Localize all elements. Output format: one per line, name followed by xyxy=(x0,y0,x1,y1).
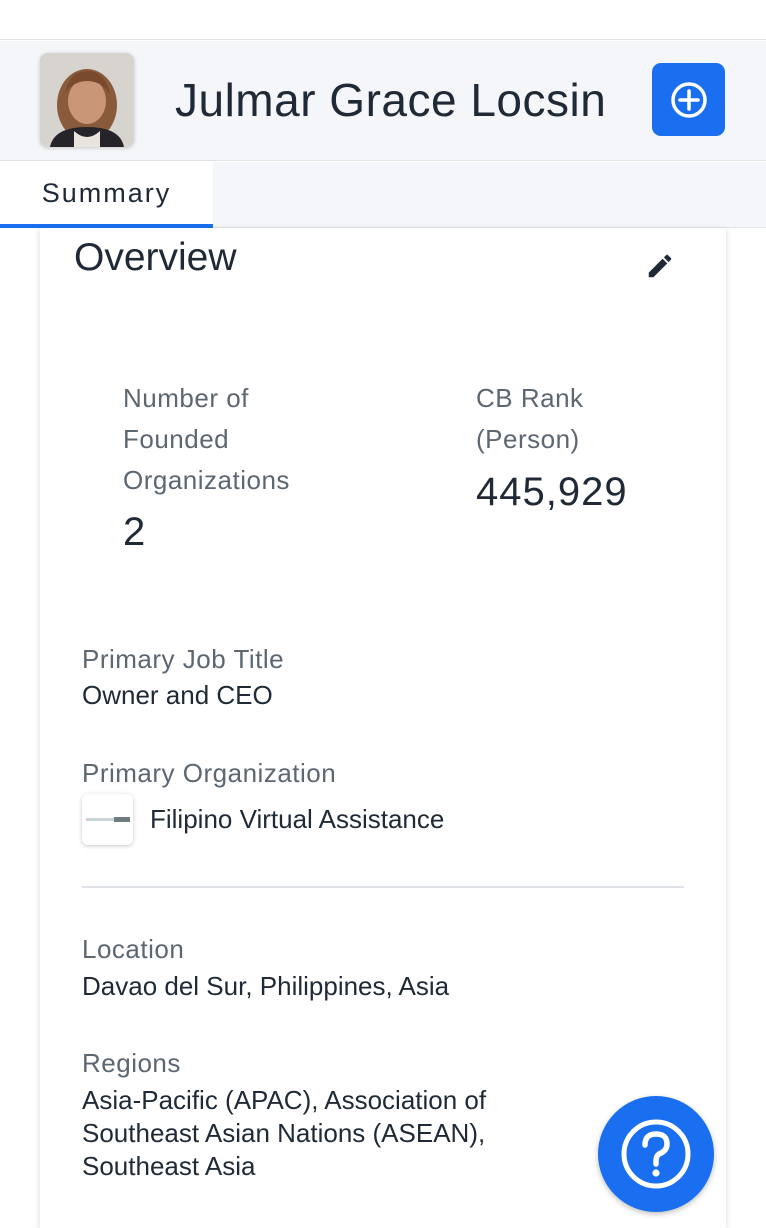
overview-card: Overview Number of Founded Organizations… xyxy=(40,228,726,1228)
regions-line: Asia-Pacific (APAC), Association of xyxy=(82,1085,487,1115)
stat-label-line: Number of xyxy=(123,383,249,413)
location-label: Location xyxy=(82,934,185,964)
primary-job-title-label: Primary Job Title xyxy=(82,644,285,674)
question-circle-icon xyxy=(621,1119,691,1189)
primary-job-title-value: Owner and CEO xyxy=(82,680,273,710)
plus-circle-icon xyxy=(670,81,707,118)
stat-value-founded-organizations: 2 xyxy=(123,510,147,554)
avatar xyxy=(40,53,134,147)
profile-name: Julmar Grace Locsin xyxy=(175,74,607,126)
section-divider xyxy=(82,886,684,888)
stat-label-line: (Person) xyxy=(476,424,580,454)
stat-label-line: CB Rank xyxy=(476,383,584,413)
primary-organization-link[interactable]: Filipino Virtual Assistance xyxy=(150,804,444,835)
tab-bar: Summary xyxy=(0,162,766,228)
regions-line: Southeast Asian Nations (ASEAN), xyxy=(82,1118,486,1148)
organization-logo[interactable] xyxy=(82,794,133,845)
regions-value: Asia-Pacific (APAC), Association of Sout… xyxy=(82,1084,486,1183)
top-bar xyxy=(0,0,766,40)
primary-organization-label: Primary Organization xyxy=(82,758,337,788)
avatar-photo xyxy=(40,53,134,147)
regions-label: Regions xyxy=(82,1048,181,1078)
pencil-icon xyxy=(648,254,672,278)
stat-value-cb-rank: 445,929 xyxy=(476,470,628,514)
profile-header: Julmar Grace Locsin xyxy=(0,41,766,161)
stat-label-founded-organizations: Number of Founded Organizations xyxy=(123,378,290,501)
overview-title: Overview xyxy=(74,236,237,279)
help-button[interactable] xyxy=(598,1096,714,1212)
edit-button[interactable] xyxy=(640,246,680,286)
add-button[interactable] xyxy=(652,63,725,136)
location-value: Davao del Sur, Philippines, Asia xyxy=(82,971,450,1001)
stat-label-cb-rank: CB Rank (Person) xyxy=(476,378,584,460)
regions-line: Southeast Asia xyxy=(82,1151,256,1181)
organization-logo-image xyxy=(85,816,130,822)
stat-label-line: Organizations xyxy=(123,465,290,495)
tab-summary[interactable]: Summary xyxy=(0,162,213,228)
stat-label-line: Founded xyxy=(123,424,230,454)
